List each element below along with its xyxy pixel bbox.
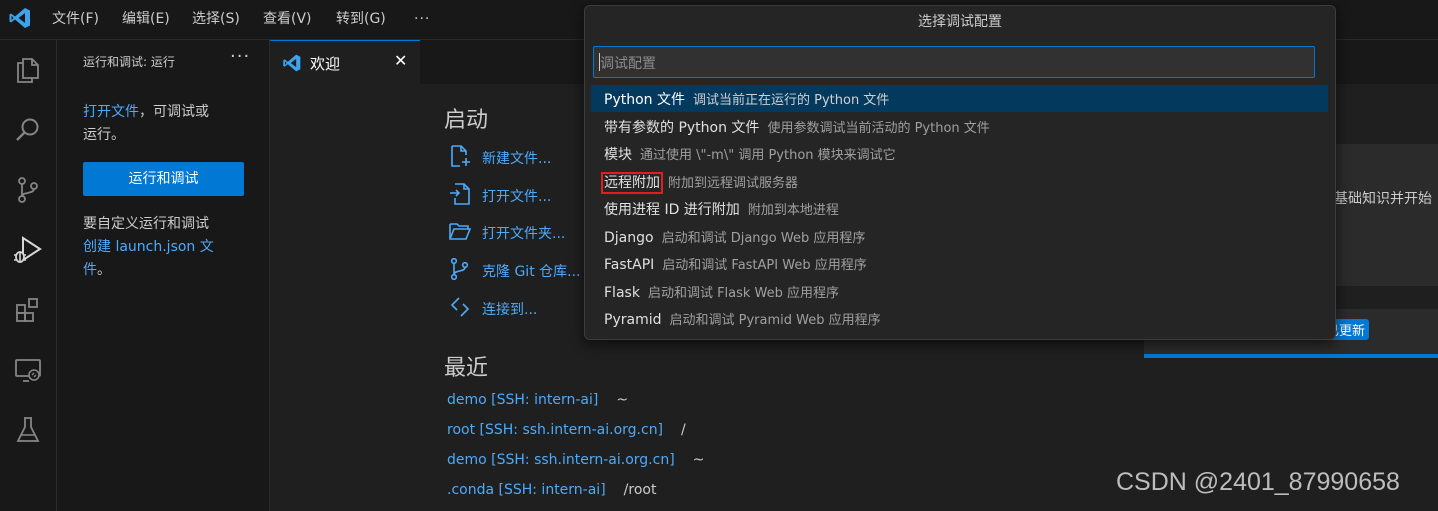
new-file-label: 新建文件... xyxy=(482,151,552,167)
recent-item[interactable]: demo [SSH: intern-ai] ~ xyxy=(447,392,628,408)
menu-edit[interactable]: 编辑(E) xyxy=(122,0,170,39)
item-label-highlighted: 远程附加 xyxy=(601,172,663,194)
run-and-debug-button[interactable]: 运行和调试 xyxy=(83,162,244,196)
quick-pick-item-remote-attach[interactable]: 远程附加 附加到远程调试服务器 xyxy=(591,168,1328,195)
quick-pick-item-python-file-args[interactable]: 带有参数的 Python 文件 使用参数调试当前活动的 Python 文件 xyxy=(591,113,1328,140)
activity-bar xyxy=(0,40,57,511)
quick-pick-item-python-file[interactable]: Python 文件 调试当前正在运行的 Python 文件 xyxy=(591,85,1328,112)
recent-item-path: / xyxy=(681,422,686,438)
csdn-watermark: CSDN @2401_87990658 xyxy=(1116,468,1400,496)
item-description: 使用参数调试当前活动的 Python 文件 xyxy=(767,121,990,136)
open-file-icon xyxy=(450,183,470,205)
create-launch-json-link[interactable]: 创建 launch.json 文 xyxy=(83,239,214,255)
recent-item[interactable]: demo [SSH: ssh.intern-ai.org.cn] ~ xyxy=(447,452,704,468)
recent-item-path: ~ xyxy=(616,392,629,408)
item-label: Django xyxy=(604,230,654,246)
quick-pick-item-flask[interactable]: Flask 启动和调试 Flask Web 应用程序 xyxy=(591,278,1328,305)
recent-item-path: ~ xyxy=(692,452,705,468)
remote-explorer-icon[interactable] xyxy=(12,354,44,386)
quick-pick-item-pyramid[interactable]: Pyramid 启动和调试 Pyramid Web 应用程序 xyxy=(591,305,1328,332)
open-file-hint-text-2: 运行。 xyxy=(83,127,125,143)
recent-section-title: 最近 xyxy=(444,356,489,381)
item-description: 附加到远程调试服务器 xyxy=(668,176,799,191)
quick-pick-item-attach-process[interactable]: 使用进程 ID 进行附加 附加到本地进程 xyxy=(591,195,1328,222)
tab-welcome[interactable]: 欢迎 ✕ xyxy=(270,40,420,85)
recent-item-name[interactable]: demo [SSH: intern-ai] xyxy=(447,392,598,408)
item-label: 使用进程 ID 进行附加 xyxy=(604,202,740,218)
explorer-icon[interactable] xyxy=(12,54,44,86)
start-section-title: 启动 xyxy=(444,108,489,133)
extensions-icon[interactable] xyxy=(12,294,44,326)
recent-item-path: /root xyxy=(623,482,657,498)
menu-view[interactable]: 查看(V) xyxy=(263,0,312,39)
menu-go[interactable]: 转到(G) xyxy=(336,0,386,39)
item-description: 附加到本地进程 xyxy=(747,203,839,218)
new-file-icon xyxy=(451,145,470,167)
tab-welcome-label: 欢迎 xyxy=(310,55,341,73)
quick-pick-item-django[interactable]: Django 启动和调试 Django Web 应用程序 xyxy=(591,223,1328,250)
customize-hint-text: 要自定义运行和调试 xyxy=(83,216,209,232)
item-label: 带有参数的 Python 文件 xyxy=(604,120,760,136)
search-icon[interactable] xyxy=(12,114,44,146)
run-debug-sidebar: 运行和调试: 运行 ··· 打开文件，可调试或 运行。 运行和调试 要自定义运行… xyxy=(57,40,270,511)
menu-selection[interactable]: 选择(S) xyxy=(192,0,240,39)
recent-item[interactable]: .conda [SSH: intern-ai] /root xyxy=(447,482,656,498)
quick-pick-title: 选择调试配置 xyxy=(918,14,1002,30)
quick-pick-placeholder: 调试配置 xyxy=(600,56,656,72)
open-file-hint: 打开文件，可调试或 运行。 xyxy=(83,101,209,147)
connect-to-label: 连接到... xyxy=(482,302,538,318)
recent-item-name[interactable]: demo [SSH: ssh.intern-ai.org.cn] xyxy=(447,452,675,468)
item-description: 启动和调试 FastAPI Web 应用程序 xyxy=(662,258,867,273)
item-label: FastAPI xyxy=(604,257,655,273)
menu-more-button[interactable]: ··· xyxy=(414,0,430,39)
item-description: 启动和调试 Django Web 应用程序 xyxy=(661,231,866,246)
menu-file[interactable]: 文件(F) xyxy=(52,0,99,39)
customize-hint: 要自定义运行和调试 创建 launch.json 文 件。 xyxy=(83,213,214,282)
vscode-logo-icon xyxy=(9,8,30,28)
create-launch-json-link-2[interactable]: 件 xyxy=(83,262,97,278)
item-label: Python 文件 xyxy=(604,92,685,108)
item-description: 调试当前正在运行的 Python 文件 xyxy=(692,93,890,108)
walkthrough-card-text: 基础知识并开始 xyxy=(1334,191,1432,207)
item-description: 启动和调试 Pyramid Web 应用程序 xyxy=(669,313,881,328)
recent-item-name[interactable]: .conda [SSH: intern-ai] xyxy=(447,482,606,498)
open-file-label: 打开文件... xyxy=(482,189,552,205)
quick-pick-input[interactable]: 调试配置 xyxy=(593,46,1315,78)
open-file-hint-text: ，可调试或 xyxy=(139,104,209,120)
debug-config-quick-pick: 选择调试配置 调试配置 Python 文件 调试当前正在运行的 Python 文件… xyxy=(584,5,1336,340)
clone-git-label: 克隆 Git 仓库... xyxy=(482,264,581,280)
tab-close-icon[interactable]: ✕ xyxy=(394,51,407,70)
sidebar-title: 运行和调试: 运行 xyxy=(83,55,175,69)
run-debug-icon[interactable] xyxy=(12,234,44,266)
source-control-icon[interactable] xyxy=(12,174,44,206)
open-folder-icon xyxy=(449,223,472,240)
item-description: 通过使用 \"-m\" 调用 Python 模块来调试它 xyxy=(640,148,896,163)
quick-pick-item-fastapi[interactable]: FastAPI 启动和调试 FastAPI Web 应用程序 xyxy=(591,250,1328,277)
item-label: 模块 xyxy=(604,147,632,163)
open-folder-label: 打开文件夹... xyxy=(482,226,566,242)
item-label: Flask xyxy=(604,285,640,301)
remote-connect-icon xyxy=(450,297,470,317)
item-description: 启动和调试 Flask Web 应用程序 xyxy=(647,286,840,301)
open-file-link[interactable]: 打开文件 xyxy=(83,104,139,120)
testing-icon[interactable] xyxy=(12,414,44,446)
sidebar-more-button[interactable]: ··· xyxy=(230,46,250,67)
recent-item[interactable]: root [SSH: ssh.intern-ai.org.cn] / xyxy=(447,422,686,438)
clone-git-icon xyxy=(450,257,469,281)
customize-hint-end: 。 xyxy=(97,262,111,278)
item-label: Pyramid xyxy=(604,312,662,328)
vscode-tab-icon xyxy=(283,54,301,72)
recent-item-name[interactable]: root [SSH: ssh.intern-ai.org.cn] xyxy=(447,422,663,438)
quick-pick-item-module[interactable]: 模块 通过使用 \"-m\" 调用 Python 模块来调试它 xyxy=(591,140,1328,167)
